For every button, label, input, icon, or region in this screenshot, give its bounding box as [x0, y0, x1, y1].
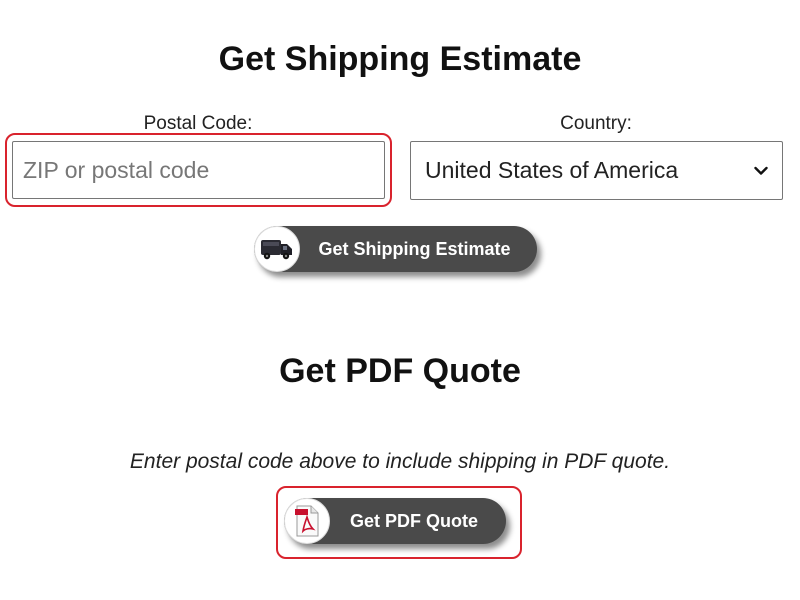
country-label: Country: — [560, 113, 632, 134]
postal-code-input[interactable] — [12, 141, 385, 199]
chevron-down-icon — [754, 164, 768, 178]
shipping-estimate-page: Get Shipping Estimate Postal Code: Count… — [0, 0, 800, 600]
truck-icon — [254, 226, 300, 272]
pdf-file-icon — [284, 498, 330, 544]
postal-code-label: Postal Code: — [143, 113, 253, 134]
country-select-value: United States of America — [425, 157, 679, 183]
get-pdf-quote-label: Get PDF Quote — [349, 510, 478, 531]
get-shipping-estimate-button[interactable]: Get Shipping Estimate — [254, 226, 537, 272]
get-pdf-quote-button[interactable]: Get PDF Quote — [284, 498, 506, 544]
pdf-quote-note: Enter postal code above to include shipp… — [129, 450, 671, 473]
country-select[interactable]: United States of America — [410, 141, 783, 200]
pdf-quote-heading: Get PDF Quote — [279, 352, 521, 390]
get-shipping-estimate-label: Get Shipping Estimate — [318, 238, 511, 259]
shipping-estimate-heading: Get Shipping Estimate — [218, 40, 582, 78]
